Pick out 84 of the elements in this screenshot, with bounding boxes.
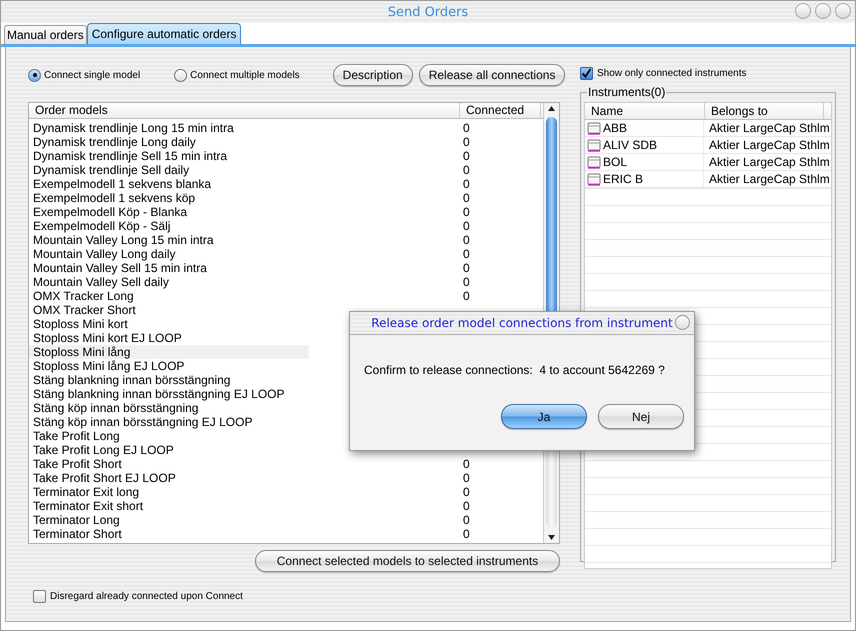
order-model-name[interactable]: Terminator Long <box>29 513 309 527</box>
no-button[interactable]: Nej <box>598 404 684 429</box>
order-model-name[interactable]: Dynamisk trendlinje Sell daily <box>29 163 309 177</box>
order-model-name[interactable]: Terminator Exit short <box>29 499 309 513</box>
connected-count: 0 <box>463 163 470 177</box>
order-model-name[interactable]: Take Profit Short EJ LOOP <box>29 471 309 485</box>
connected-count: 0 <box>463 499 470 513</box>
dialog-title: Release order model connections from instrument <box>371 316 673 330</box>
order-model-name[interactable]: Dynamisk trendlinje Long 15 min intra <box>29 121 309 135</box>
order-model-name[interactable]: OMX Tracker Short <box>29 303 309 317</box>
release-all-button[interactable]: Release all connections <box>418 64 566 86</box>
connected-count: 0 <box>463 261 470 275</box>
order-model-name[interactable]: Take Profit Long <box>29 429 309 443</box>
order-model-name[interactable]: Stoploss Mini kort <box>29 317 309 331</box>
order-model-name[interactable]: Mountain Valley Sell daily <box>29 275 309 289</box>
checkbox-label: Show only connected instruments <box>597 68 747 78</box>
order-model-name[interactable]: Exempelmodell Köp - Sälj <box>29 219 309 233</box>
connected-count: 0 <box>463 135 470 149</box>
instrument-name[interactable]: ERIC B <box>603 172 644 186</box>
instrument-name[interactable]: ABB <box>603 121 628 135</box>
connected-count: 0 <box>463 247 470 261</box>
connected-count: 0 <box>463 177 470 191</box>
order-model-name[interactable]: Dynamisk trendlinje Sell 15 min intra <box>29 149 309 163</box>
order-model-name[interactable]: Exempelmodell Köp - Blanka <box>29 205 309 219</box>
order-model-name[interactable]: Stoploss Mini lång EJ LOOP <box>29 359 309 373</box>
order-model-name[interactable]: Stäng köp innan börsstängning EJ LOOP <box>29 415 309 429</box>
connected-count: 0 <box>463 275 470 289</box>
column-header: Order models <box>29 103 460 118</box>
tab[interactable]: Configure automatic orders <box>86 23 242 44</box>
order-model-name[interactable]: Mountain Valley Long daily <box>29 247 309 261</box>
description-button[interactable]: Description <box>332 64 413 86</box>
order-model-name[interactable]: Stäng köp innan börsstängning <box>29 401 309 415</box>
tab[interactable]: Manual orders <box>4 25 87 44</box>
order-model-name[interactable]: Terminator Short <box>29 527 309 541</box>
radio-label: Connect single model <box>44 70 140 80</box>
checkbox[interactable] <box>580 66 593 80</box>
window-control-icon[interactable] <box>795 3 811 19</box>
market-name: Aktier LargeCap Sthlm <box>708 155 830 169</box>
order-model-name[interactable]: Stäng blankning innan börsstängning <box>29 373 309 387</box>
order-model-name[interactable]: Stoploss Mini kort EJ LOOP <box>29 331 309 345</box>
connected-count: 0 <box>463 219 470 233</box>
window-title: Send Orders <box>388 4 468 20</box>
connected-count: 0 <box>463 289 470 303</box>
checkbox-label: Disregard already connected upon Connect <box>50 591 243 602</box>
yes-button[interactable]: Ja <box>501 404 587 429</box>
order-model-name[interactable]: Mountain Valley Sell 15 min intra <box>29 261 309 275</box>
column-header: Connected <box>460 103 541 118</box>
connected-count: 0 <box>463 121 470 135</box>
checkbox[interactable] <box>33 590 46 603</box>
connected-count: 0 <box>463 233 470 247</box>
connected-count: 0 <box>463 513 470 527</box>
connected-count: 0 <box>463 527 470 541</box>
close-icon[interactable] <box>675 315 690 330</box>
market-name: Aktier LargeCap Sthlm <box>708 172 830 186</box>
order-model-name[interactable]: Take Profit Long EJ LOOP <box>29 443 309 457</box>
order-model-name[interactable]: Exempelmodell 1 sekvens köp <box>29 191 309 205</box>
column-header: Belongs to <box>705 103 824 119</box>
connected-count: 0 <box>463 485 470 499</box>
dialog-message: Confirm to release connections: 4 to account 5642269 ? <box>364 363 665 377</box>
connected-count: 0 <box>463 149 470 163</box>
order-model-name[interactable]: Stäng blankning innan börsstängning EJ LOOP <box>29 387 309 401</box>
radio-button[interactable] <box>28 68 41 82</box>
connected-count: 0 <box>463 191 470 205</box>
order-model-name[interactable]: Mountain Valley Long 15 min intra <box>29 233 309 247</box>
order-model-name[interactable]: Stoploss Mini lång <box>29 345 309 359</box>
connected-count: 0 <box>463 457 470 471</box>
connected-count: 0 <box>463 471 470 485</box>
window-control-icon[interactable] <box>815 3 831 19</box>
order-model-name[interactable]: Terminator Exit long <box>29 485 309 499</box>
window-control-icon[interactable] <box>835 3 851 19</box>
market-name: Aktier LargeCap Sthlm <box>708 138 830 152</box>
market-name: Aktier LargeCap Sthlm <box>708 121 830 135</box>
column-header: Name <box>585 103 705 119</box>
radio-label: Connect multiple models <box>190 70 300 80</box>
order-model-name[interactable]: Take Profit Short <box>29 457 309 471</box>
order-model-name[interactable]: Dynamisk trendlinje Long daily <box>29 135 309 149</box>
instrument-name[interactable]: BOL <box>603 155 628 169</box>
instrument-name[interactable]: ALIV SDB <box>603 138 658 152</box>
order-model-name[interactable]: OMX Tracker Long <box>29 289 309 303</box>
group-title: Instruments(0) <box>587 85 666 99</box>
radio-button[interactable] <box>174 68 188 82</box>
connect-button[interactable]: Connect selected models to selected instruments <box>255 550 560 572</box>
connected-count: 0 <box>463 205 470 219</box>
order-model-name[interactable]: Exempelmodell 1 sekvens blanka <box>29 177 309 191</box>
